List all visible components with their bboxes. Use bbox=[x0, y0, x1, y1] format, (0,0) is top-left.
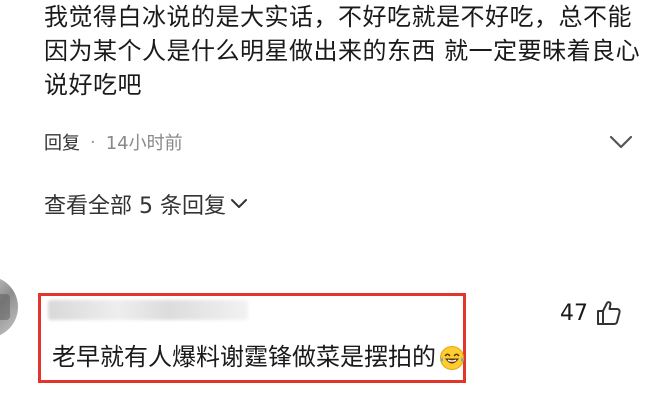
like-count: 47 bbox=[560, 300, 588, 326]
reply-button[interactable]: 回复 bbox=[44, 129, 80, 155]
comment-timestamp: 14小时前 bbox=[105, 133, 183, 154]
separator-dot: · bbox=[90, 131, 96, 153]
second-comment: 老早就有人爆料谢霆锋做菜是摆拍的 bbox=[52, 340, 465, 374]
thumbs-up-icon bbox=[597, 301, 621, 325]
chevron-down-icon bbox=[609, 135, 633, 149]
crying-laughing-emoji-icon bbox=[439, 345, 465, 371]
comment-meta: 回复 · 14小时前 bbox=[44, 128, 183, 156]
view-all-replies-label: 查看全部 5 条回复 bbox=[44, 194, 226, 219]
avatar[interactable] bbox=[0, 276, 18, 338]
like-button[interactable]: 47 bbox=[560, 296, 624, 330]
comment-text: 我觉得白冰说的是大实话，不好吃就是不好吃，总不能因为某个人是什么明星做出来的东西… bbox=[44, 3, 641, 99]
more-options-icon[interactable] bbox=[606, 128, 636, 156]
view-all-replies-button[interactable]: 查看全部 5 条回复 bbox=[44, 186, 248, 222]
second-comment-text: 老早就有人爆料谢霆锋做菜是摆拍的 bbox=[52, 343, 436, 371]
chevron-down-icon bbox=[230, 198, 248, 210]
